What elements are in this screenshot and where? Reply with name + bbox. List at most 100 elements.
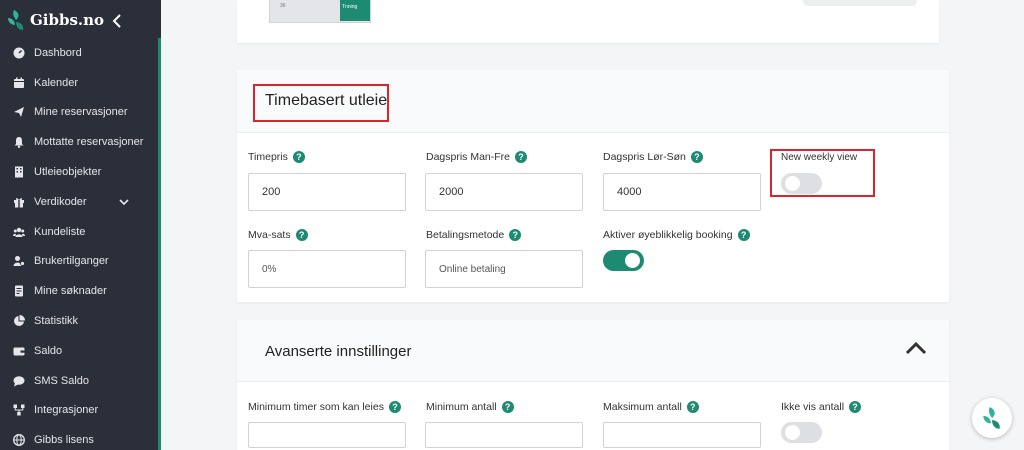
sidebar-item-label: Verdikoder [34, 195, 87, 208]
label-text: Minimum timer som kan leies [248, 401, 384, 413]
help-question-icon[interactable]: ? [388, 401, 401, 413]
previous-section-button[interactable] [803, 0, 917, 6]
label-text: Maksimum antall [603, 401, 682, 413]
chevron-up-icon[interactable] [904, 340, 928, 356]
sidebar-item-label: Kundeliste [34, 225, 86, 238]
brand[interactable]: Gibbs.no [6, 6, 104, 34]
sidebar-item-gibbs-lisens[interactable]: Gibbs lisens [0, 425, 158, 450]
min-qty-input[interactable] [425, 422, 583, 448]
gibbs-logo-icon [983, 407, 1000, 429]
thumbnail-text: 36 [280, 3, 286, 9]
support-chat-button[interactable] [972, 398, 1012, 438]
sidebar-item-label: Gibbs lisens [34, 434, 94, 447]
help-question-icon[interactable]: ? [292, 151, 305, 163]
dashboard-gauge-icon [13, 47, 25, 59]
sidebar-item-kundeliste[interactable]: Kundeliste [0, 217, 158, 247]
help-question-icon[interactable]: ? [515, 151, 528, 163]
sidebar-item-statistikk[interactable]: Statistikk [0, 306, 158, 336]
help-question-icon[interactable]: ? [737, 229, 750, 241]
preview-thumbnail: 36 Tnning [269, 0, 371, 23]
weekend-price-label: Dagspris Lør-Søn ? [603, 151, 703, 163]
sidebar-item-sms-saldo[interactable]: SMS Saldo [0, 366, 158, 396]
help-question-icon[interactable]: ? [849, 401, 862, 413]
pie-chart-icon [13, 315, 25, 327]
label-text: Timepris [248, 151, 288, 163]
min-hours-input[interactable] [248, 422, 406, 448]
sidebar-item-kalender[interactable]: Kalender [0, 68, 158, 98]
building-icon [13, 166, 25, 178]
calendar-icon [13, 77, 25, 89]
instant-booking-toggle[interactable] [603, 250, 644, 271]
sidebar-item-saldo[interactable]: Saldo [0, 336, 158, 366]
highlight-box-title [253, 84, 389, 122]
chat-bubble-icon [13, 375, 25, 387]
gibbs-logo-icon [8, 10, 24, 30]
help-question-icon[interactable]: ? [509, 229, 522, 241]
globe-icon [13, 434, 25, 447]
previous-section-card: 36 Tnning [237, 0, 939, 43]
weekday-price-input[interactable] [425, 173, 583, 211]
network-icon [13, 404, 25, 416]
sidebar-item-dashbord[interactable]: Dashbord [0, 38, 158, 68]
sidebar-item-label: Utleieobjekter [34, 166, 102, 179]
users-icon [13, 226, 25, 238]
max-qty-input[interactable] [603, 422, 761, 448]
toggle-knob [785, 425, 800, 440]
min-qty-label: Minimum antall ? [426, 401, 514, 413]
vat-label: Mva-sats ? [248, 229, 308, 241]
hide-qty-label: Ikke vis antall ? [781, 401, 862, 413]
vat-input[interactable] [248, 250, 406, 288]
hourly-rental-card: Timebasert utleie Timepris ? Dagspris Ma… [237, 70, 949, 302]
hourly-price-input[interactable] [248, 173, 406, 211]
weekday-price-label: Dagspris Man-Fre ? [426, 151, 528, 163]
payment-method-input[interactable] [425, 250, 583, 288]
chevron-down-icon[interactable] [118, 196, 130, 208]
sidebar-item-label: Mine søknader [34, 285, 107, 298]
hourly-price-label: Timepris ? [248, 151, 305, 163]
weekend-price-input[interactable] [603, 173, 761, 211]
help-question-icon[interactable]: ? [295, 229, 308, 241]
instant-booking-label: Aktiver øyeblikkelig booking ? [603, 229, 750, 241]
label-text: Aktiver øyeblikkelig booking [603, 229, 733, 241]
sidebar: Gibbs.no Dashbord Kalender Mine reservas… [0, 0, 161, 450]
gift-icon [13, 196, 25, 208]
user-cog-icon [13, 255, 25, 267]
sidebar-item-label: Brukertilganger [34, 255, 109, 268]
highlight-box-weekly-view [770, 149, 875, 197]
hourly-rental-header: Timebasert utleie [237, 70, 949, 133]
sidebar-item-label: Mottatte reservasjoner [34, 136, 144, 149]
sidebar-item-brukertilganger[interactable]: Brukertilganger [0, 247, 158, 277]
label-text: Dagspris Man-Fre [426, 151, 511, 163]
max-qty-label: Maksimum antall ? [603, 401, 699, 413]
help-question-icon[interactable]: ? [501, 401, 514, 413]
help-question-icon[interactable]: ? [686, 401, 699, 413]
sidebar-item-mottatte-reservasjoner[interactable]: Mottatte reservasjoner [0, 127, 158, 157]
label-text: Ikke vis antall [781, 401, 845, 413]
advanced-settings-card: Avanserte innstillinger Minimum timer so… [237, 320, 949, 450]
sidebar-item-label: Integrasjoner [34, 404, 99, 417]
sidebar-item-utleieobjekter[interactable]: Utleieobjekter [0, 157, 158, 187]
sidebar-item-mine-soknader[interactable]: Mine søknader [0, 276, 158, 306]
label-text: Mva-sats [248, 229, 291, 241]
sidebar-item-verdikoder[interactable]: Verdikoder [0, 187, 158, 217]
payment-method-label: Betalingsmetode ? [426, 229, 522, 241]
bell-icon [13, 136, 25, 149]
hide-qty-toggle[interactable] [781, 422, 822, 443]
sidebar-item-label: Saldo [34, 344, 63, 357]
sidebar-item-mine-reservasjoner[interactable]: Mine reservasjoner [0, 98, 158, 128]
toggle-knob [625, 253, 640, 268]
help-question-icon[interactable]: ? [690, 151, 703, 163]
label-text: Betalingsmetode [426, 229, 505, 241]
paper-plane-icon [13, 106, 25, 118]
section-title-advanced: Avanserte innstillinger [265, 343, 412, 360]
label-text: Dagspris Lør-Søn [603, 151, 686, 163]
wallet-icon [13, 345, 25, 357]
sidebar-item-label: Kalender [34, 76, 79, 89]
thumbnail-green-label: Tnning [340, 0, 370, 21]
document-icon [13, 285, 25, 297]
sidebar-item-integrasjoner[interactable]: Integrasjoner [0, 396, 158, 426]
sidebar-scroll-indicator[interactable] [158, 38, 161, 450]
advanced-settings-header[interactable]: Avanserte innstillinger [237, 320, 949, 382]
collapse-sidebar-chevron-left-icon[interactable] [110, 12, 124, 30]
min-hours-label: Minimum timer som kan leies ? [248, 401, 401, 413]
